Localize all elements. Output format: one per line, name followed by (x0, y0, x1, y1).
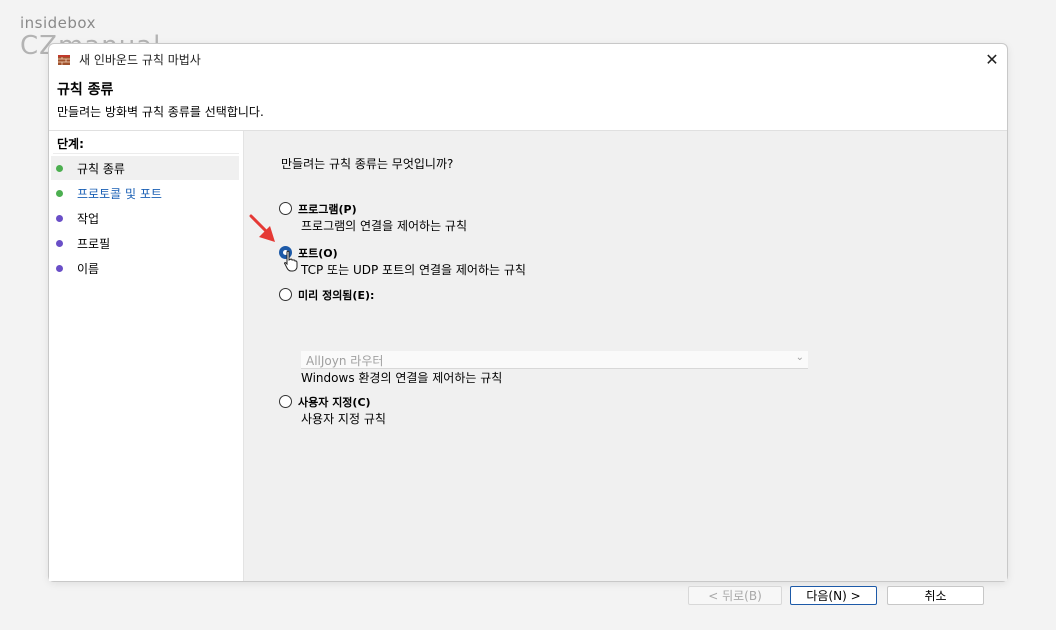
step-label: 프로필 (77, 236, 111, 251)
step-status-icon (56, 214, 63, 222)
page-subtitle: 만들려는 방화벽 규칙 종류를 선택합니다. (57, 105, 264, 119)
step-protocol-ports[interactable]: 프로토콜 및 포트 (51, 181, 239, 205)
dropdown-value: AllJoyn 라우터 (306, 354, 384, 368)
predefined-dropdown[interactable]: AllJoyn 라우터 ⌄ (301, 351, 808, 369)
content-panel: 만들려는 규칙 종류는 무엇입니까? 프로그램(P) 프로그램의 연결을 제어하… (244, 131, 1007, 605)
step-label: 규칙 종류 (77, 161, 125, 176)
mouse-cursor-icon (284, 250, 298, 272)
step-label: 프로토콜 및 포트 (77, 186, 162, 201)
back-button[interactable]: < 뒤로(B) (688, 586, 782, 605)
window-title: 새 인바운드 규칙 마법사 (79, 53, 201, 67)
step-status-icon (56, 264, 63, 272)
steps-divider (53, 153, 239, 154)
close-icon: ✕ (985, 49, 999, 69)
step-status-icon (56, 189, 63, 197)
next-button[interactable]: 다음(N) > (790, 586, 877, 605)
step-label: 작업 (77, 211, 100, 226)
option-label[interactable]: 포트(O) (298, 245, 338, 261)
step-status-icon (56, 239, 63, 247)
step-rule-type[interactable]: 규칙 종류 (51, 156, 239, 180)
annotation-arrow-icon (249, 214, 275, 242)
close-button[interactable]: ✕ (977, 44, 1007, 74)
option-description: 사용자 지정 규칙 (301, 412, 386, 426)
firewall-icon (57, 52, 71, 66)
title-bar: 새 인바운드 규칙 마법사 ✕ (49, 44, 1007, 74)
option-description: Windows 환경의 연결을 제어하는 규칙 (301, 371, 503, 385)
watermark-top: insidebox (20, 14, 97, 32)
wizard-header: 규칙 종류 만들려는 방화벽 규칙 종류를 선택합니다. (49, 74, 1007, 130)
step-name[interactable]: 이름 (51, 256, 239, 280)
rule-type-question: 만들려는 규칙 종류는 무엇입니까? (281, 157, 454, 171)
option-description: 프로그램의 연결을 제어하는 규칙 (301, 219, 468, 233)
option-label[interactable]: 미리 정의됨(E): (298, 287, 374, 303)
option-label[interactable]: 사용자 지정(C) (298, 394, 371, 410)
radio-predefined[interactable] (279, 288, 292, 301)
radio-custom[interactable] (279, 395, 292, 408)
steps-heading: 단계: (57, 137, 84, 151)
step-profile[interactable]: 프로필 (51, 231, 239, 255)
page-title: 규칙 종류 (57, 82, 114, 98)
option-label[interactable]: 프로그램(P) (298, 201, 357, 217)
option-description: TCP 또는 UDP 포트의 연결을 제어하는 규칙 (301, 263, 526, 277)
step-label: 이름 (77, 261, 100, 276)
wizard-window: 새 인바운드 규칙 마법사 ✕ 규칙 종류 만들려는 방화벽 규칙 종류를 선택… (48, 43, 1008, 605)
cancel-button[interactable]: 취소 (887, 586, 984, 605)
steps-panel: 단계: 규칙 종류 프로토콜 및 포트 작업 프로필 이름 (49, 131, 244, 581)
step-status-icon (56, 164, 63, 172)
chevron-down-icon: ⌄ (795, 352, 804, 363)
step-action[interactable]: 작업 (51, 206, 239, 230)
radio-program[interactable] (279, 202, 292, 215)
